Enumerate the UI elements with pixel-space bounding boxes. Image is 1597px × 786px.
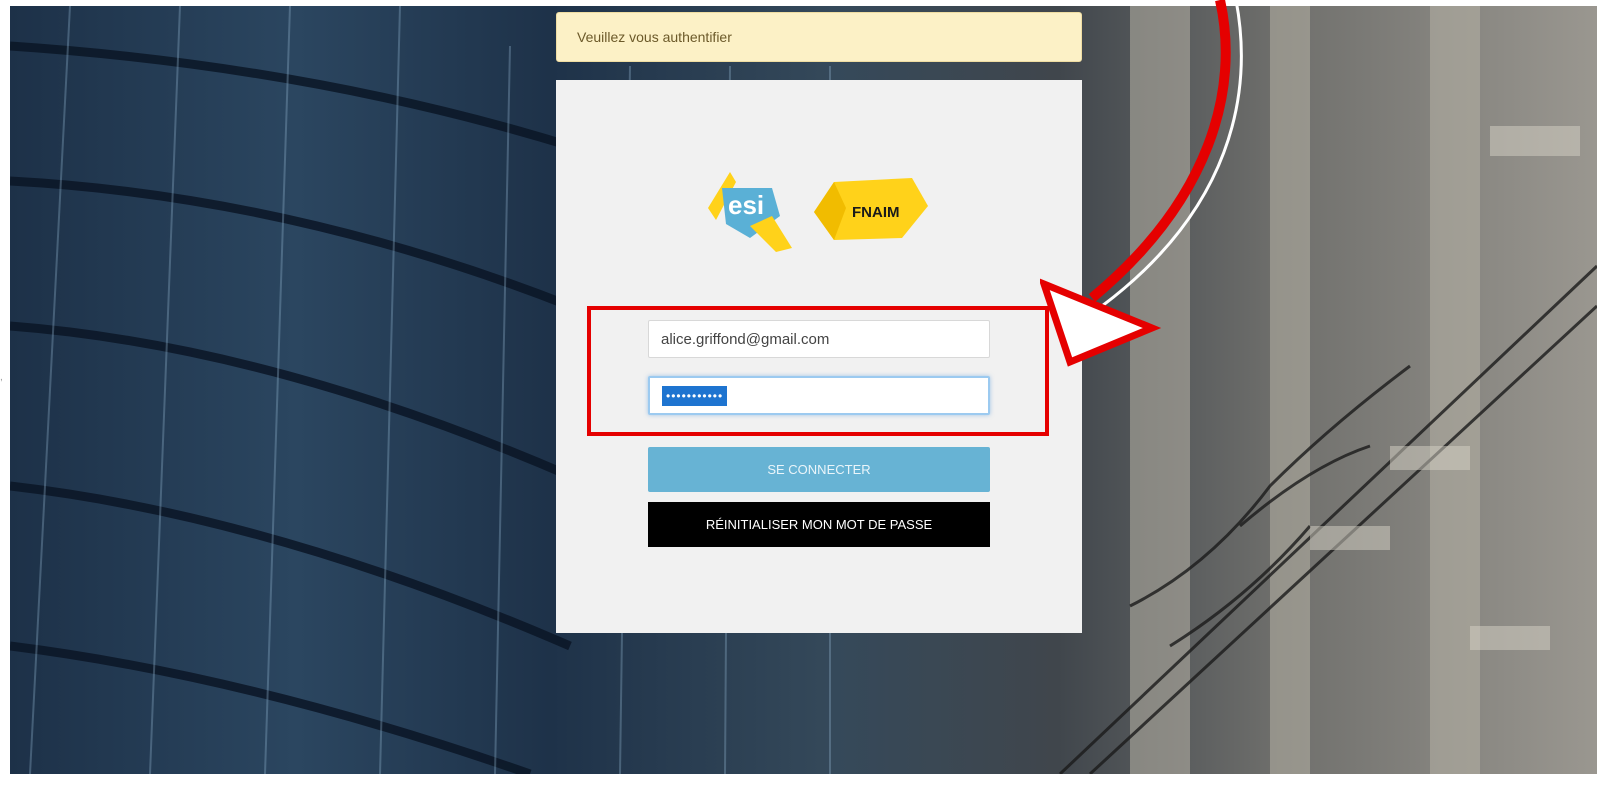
annotation-arrow-icon (1040, 0, 1243, 367)
alert-message: Veuillez vous authentifier (577, 29, 732, 45)
esi-logo: esi (708, 172, 792, 252)
edge-mark: , (0, 372, 3, 383)
login-button-label: SE CONNECTER (767, 462, 871, 477)
fnaim-logo-text: FNAIM (852, 204, 900, 221)
reset-password-button[interactable]: RÉINITIALISER MON MOT DE PASSE (648, 502, 990, 547)
login-button[interactable]: SE CONNECTER (648, 447, 990, 492)
reset-password-label: RÉINITIALISER MON MOT DE PASSE (705, 517, 933, 532)
annotation-highlight-box (587, 306, 1049, 436)
partner-logos: esi FNAIM (708, 172, 928, 252)
auth-alert: Veuillez vous authentifier (556, 12, 1082, 62)
fnaim-logo: FNAIM (814, 178, 928, 240)
esi-logo-text: esi (728, 190, 764, 220)
